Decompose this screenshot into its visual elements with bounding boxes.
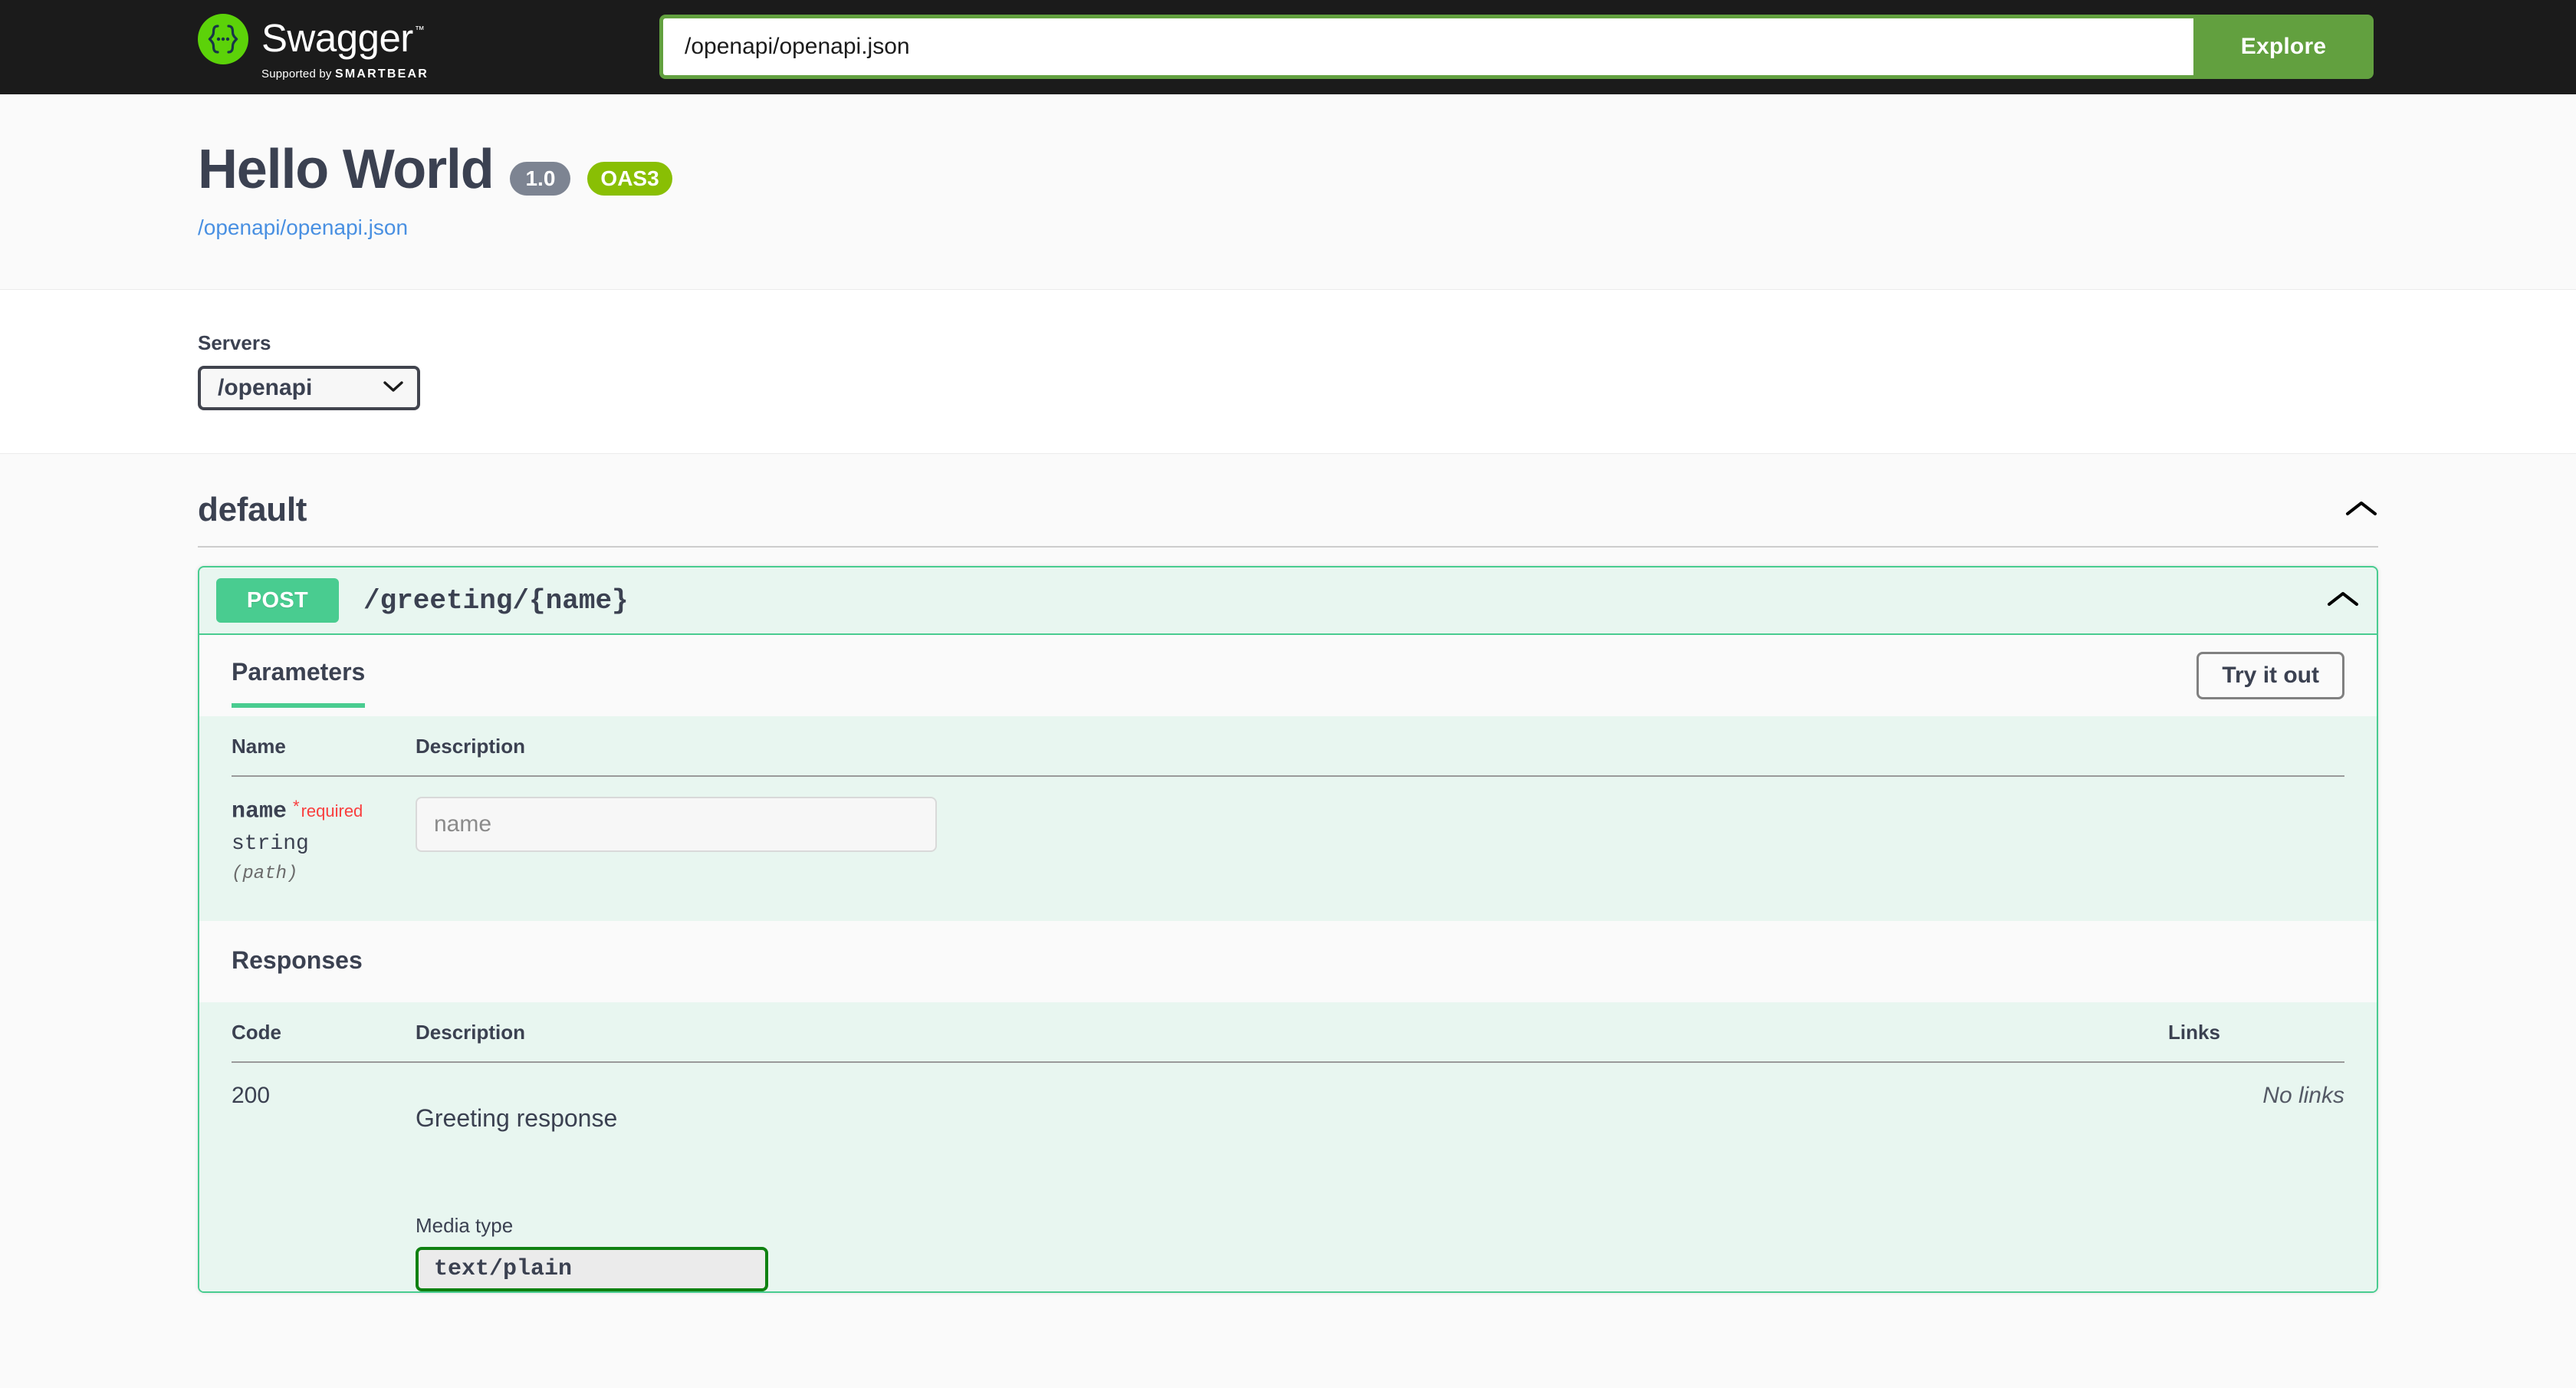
response-description-cell: Greeting response Media type text/plain [416, 1062, 2168, 1292]
responses-band: Code Description Links 200 Greeting resp… [199, 1002, 2377, 1292]
operation-body: Parameters Try it out Name Description n… [199, 635, 2377, 1292]
parameters-header-band: Parameters Try it out [199, 635, 2377, 716]
swagger-brace-icon [198, 13, 248, 64]
operation-path: /greeting/{name} [363, 584, 629, 617]
explore-button[interactable]: Explore [2193, 15, 2374, 79]
title-row: Hello World 1.0 OAS3 [198, 142, 2576, 197]
required-asterisk: * [293, 797, 300, 816]
responses-header-band: Responses [199, 921, 2377, 1003]
no-links-text: No links [2262, 1083, 2344, 1109]
page-title: Hello World [198, 139, 495, 200]
definition-url-input[interactable] [659, 15, 2193, 79]
header-response-code: Code [232, 1021, 416, 1064]
smartbear-brand: SMARTBEAR [335, 67, 429, 81]
tag-name: default [198, 491, 307, 528]
definition-link[interactable]: /openapi/openapi.json [198, 215, 408, 240]
param-description-cell [416, 776, 2344, 884]
response-links-cell: No links [2168, 1062, 2344, 1291]
param-name-input[interactable] [416, 797, 937, 852]
try-it-out-button[interactable]: Try it out [2196, 652, 2344, 699]
param-type: string [232, 832, 309, 857]
tag-section-default: default POST /greeting/{name} Parameters… [198, 454, 2378, 1294]
chevron-down-icon [383, 380, 403, 396]
response-code-cell: 200 [232, 1062, 416, 1291]
server-select[interactable]: /openapi [198, 366, 420, 410]
media-type-label: Media type [416, 1214, 514, 1238]
parameters-table-header-row: Name Description [232, 735, 2344, 777]
http-method-badge: POST [216, 578, 339, 623]
topbar: Swagger™ Supported by SMARTBEAR Explore [0, 0, 2576, 94]
tab-parameters[interactable]: Parameters [232, 658, 366, 708]
trademark-symbol: ™ [414, 24, 425, 36]
parameters-table: Name Description name *required string (… [232, 735, 2344, 884]
required-label: required [301, 801, 363, 821]
responses-table-header-row: Code Description Links [232, 1021, 2344, 1064]
tag-header[interactable]: default [198, 491, 2378, 548]
servers-section: Servers /openapi [0, 290, 2576, 454]
servers-label: Servers [198, 331, 271, 354]
responses-table: Code Description Links 200 Greeting resp… [232, 1021, 2344, 1292]
supported-by-line: Supported by SMARTBEAR [261, 67, 429, 81]
media-type-value: text/plain [434, 1256, 573, 1283]
response-description: Greeting response [416, 1104, 618, 1133]
table-row: 200 Greeting response Media type text/pl… [232, 1062, 2344, 1292]
definition-url-form: Explore [659, 15, 2374, 79]
swagger-logo[interactable]: Swagger ™ Supported by SMARTBEAR [198, 13, 429, 81]
parameters-band: Name Description name *required string (… [199, 716, 2377, 922]
media-type-select[interactable]: text/plain [416, 1247, 768, 1292]
oas-badge: OAS3 [587, 162, 672, 196]
operation-block-post-greeting: POST /greeting/{name} Parameters Try it … [198, 566, 2378, 1294]
version-badge: 1.0 [510, 162, 571, 196]
responses-title: Responses [232, 946, 363, 974]
chevron-up-icon[interactable] [2344, 499, 2378, 521]
header-response-description: Description [416, 1021, 2168, 1064]
param-name-cell: name *required string (path) [232, 776, 416, 884]
api-info-header: Hello World 1.0 OAS3 /openapi/openapi.js… [0, 94, 2576, 290]
chevron-up-icon[interactable] [2326, 590, 2360, 612]
param-location: (path) [232, 863, 298, 885]
swagger-wordmark: Swagger ™ [261, 16, 425, 61]
param-name: name [232, 798, 288, 825]
header-response-links: Links [2168, 1021, 2344, 1064]
header-param-name: Name [232, 735, 416, 777]
response-code: 200 [232, 1083, 271, 1109]
operation-summary[interactable]: POST /greeting/{name} [199, 567, 2377, 635]
header-param-description: Description [416, 735, 2344, 777]
table-row: name *required string (path) [232, 776, 2344, 884]
server-select-value: /openapi [218, 375, 313, 400]
main-content: default POST /greeting/{name} Parameters… [0, 454, 2576, 1294]
